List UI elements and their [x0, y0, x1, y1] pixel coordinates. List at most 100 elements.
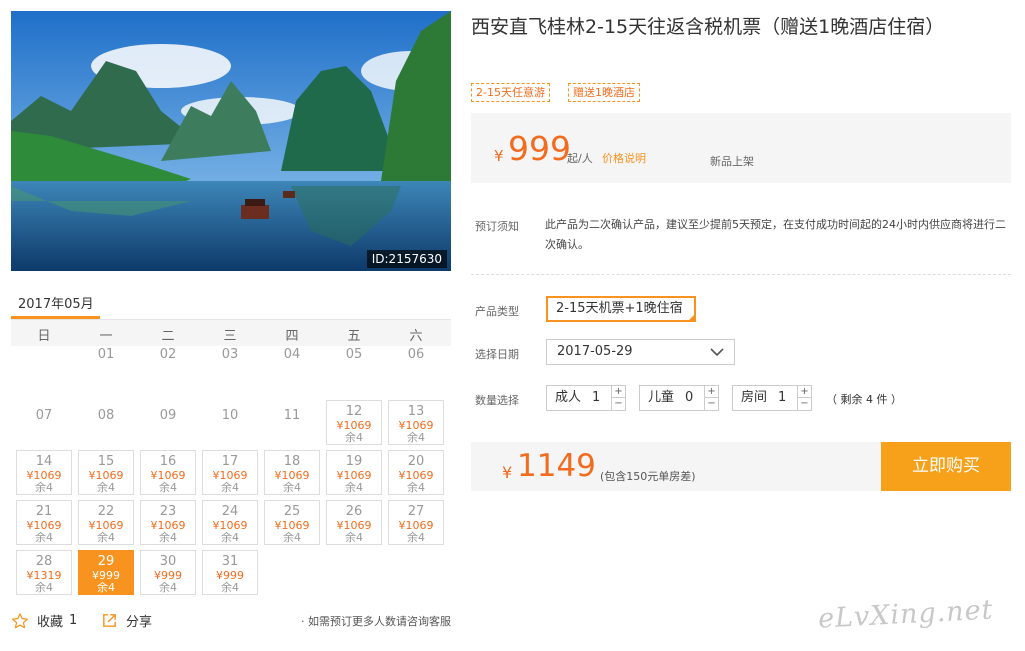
child-count[interactable]: 0: [685, 386, 693, 410]
product-type-label: 产品类型: [475, 305, 519, 318]
calendar-day-number: 10: [221, 408, 239, 423]
calendar-day: 03: [202, 339, 258, 384]
calendar-day[interactable]: 18 ¥1069 余4: [264, 450, 320, 495]
calendar-day-remaining: 余4: [35, 581, 53, 594]
calendar-day-number: 16: [159, 454, 177, 469]
calendar-day-remaining: 余4: [35, 481, 53, 494]
calendar-day-remaining: 余4: [159, 481, 177, 494]
child-decrement-button[interactable]: −: [705, 398, 718, 410]
share-button[interactable]: 分享: [101, 611, 152, 630]
calendar-day: 06: [388, 339, 444, 384]
calendar-day-remaining: 余4: [97, 581, 115, 594]
calendar-day-number: 14: [35, 454, 53, 469]
calendar-day[interactable]: 20 ¥1069 余4: [388, 450, 444, 495]
calendar-day: 08: [78, 400, 134, 445]
calendar-day[interactable]: 26 ¥1069 余4: [326, 500, 382, 545]
calendar-day-remaining: 余4: [221, 481, 239, 494]
calendar-day[interactable]: 19 ¥1069 余4: [326, 450, 382, 495]
room-count[interactable]: 1: [778, 386, 786, 410]
calendar-day[interactable]: 24 ¥1069 余4: [202, 500, 258, 545]
calendar-day[interactable]: 12 ¥1069 余4: [326, 400, 382, 445]
calendar-day: 10: [202, 400, 258, 445]
calendar-day-number: 04: [283, 347, 301, 362]
room-decrement-button[interactable]: −: [798, 398, 811, 410]
calendar-day-number: 01: [97, 347, 115, 362]
child-stepper-buttons: + −: [704, 386, 718, 410]
price-unit: 起/人: [567, 152, 593, 165]
calendar-day-remaining: 余4: [283, 531, 301, 544]
quantity-label: 数量选择: [475, 394, 519, 407]
section-divider: [471, 274, 1011, 275]
calendar-day-remaining: 余4: [407, 431, 425, 444]
calendar-day-number: 15: [97, 454, 115, 469]
calendar-day[interactable]: 27 ¥1069 余4: [388, 500, 444, 545]
calendar-day-number: 03: [221, 347, 239, 362]
calendar-day-number: 22: [97, 504, 115, 519]
total-currency: ¥: [502, 463, 513, 482]
calendar-day[interactable]: 15 ¥1069 余4: [78, 450, 134, 495]
adult-increment-button[interactable]: +: [612, 386, 625, 398]
buy-now-button[interactable]: 立即购买: [881, 442, 1011, 491]
calendar-day-remaining: 余4: [221, 581, 239, 594]
calendar-day-number: 18: [283, 454, 301, 469]
calendar-day-number: 13: [407, 404, 425, 419]
calendar-day[interactable]: 14 ¥1069 余4: [16, 450, 72, 495]
calendar-day-remaining: 余4: [345, 431, 363, 444]
selected-corner-icon: [688, 314, 695, 321]
child-label: 儿童: [648, 390, 675, 405]
calendar-day[interactable]: 30 ¥999 余4: [140, 550, 196, 595]
room-stepper[interactable]: 房间 1 + −: [732, 385, 812, 411]
room-stepper-buttons: + −: [797, 386, 811, 410]
calendar-day[interactable]: 31 ¥999 余4: [202, 550, 258, 595]
adult-decrement-button[interactable]: −: [612, 398, 625, 410]
product-title: 西安直飞桂林2-15天往返含税机票（赠送1晚酒店住宿）: [471, 16, 945, 38]
contact-note: · 如需预订更多人数请咨询客服: [301, 615, 451, 628]
calendar-day: 11: [264, 400, 320, 445]
calendar-day-number: 27: [407, 504, 425, 519]
calendar-day-remaining: 余4: [345, 531, 363, 544]
tag-trip-length: 2-15天任意游: [471, 83, 550, 102]
calendar-day-number: 25: [283, 504, 301, 519]
calendar-day[interactable]: 23 ¥1069 余4: [140, 500, 196, 545]
calendar-grid: 01 02 03 04 05 06 07 08 09 10 11 12 ¥1069 余4 13 ¥1069 余4…: [11, 0, 451, 651]
calendar-day[interactable]: 25 ¥1069 余4: [264, 500, 320, 545]
calendar-day-remaining: 余4: [97, 481, 115, 494]
calendar-day-number: 11: [283, 408, 301, 423]
product-type-value: 2-15天机票+1晚住宿: [556, 301, 683, 316]
room-increment-button[interactable]: +: [798, 386, 811, 398]
calendar-day-number: 24: [221, 504, 239, 519]
remaining-stock: （ 剩余 4 件 ）: [826, 393, 902, 406]
favorite-label: 收藏: [37, 615, 64, 630]
child-increment-button[interactable]: +: [705, 386, 718, 398]
product-type-option[interactable]: 2-15天机票+1晚住宿: [546, 296, 696, 322]
calendar-day[interactable]: 17 ¥1069 余4: [202, 450, 258, 495]
new-arrival-label: 新品上架: [710, 155, 754, 168]
date-select[interactable]: 2017-05-29: [546, 339, 735, 365]
calendar-day[interactable]: 28 ¥1319 余4: [16, 550, 72, 595]
calendar-day-remaining: 余4: [221, 531, 239, 544]
adult-count[interactable]: 1: [592, 386, 600, 410]
calendar-day-number: 05: [345, 347, 363, 362]
calendar-day[interactable]: 13 ¥1069 余4: [388, 400, 444, 445]
total-amount: 1149: [517, 448, 596, 484]
calendar-day[interactable]: 16 ¥1069 余4: [140, 450, 196, 495]
star-icon: [12, 612, 28, 628]
total-note: (包含150元单房差): [600, 470, 696, 483]
calendar-day-number: 07: [35, 408, 53, 423]
calendar-day[interactable]: 29 ¥999 余4: [78, 550, 134, 595]
calendar-day: 04: [264, 339, 320, 384]
price-info-link[interactable]: 价格说明: [602, 150, 646, 166]
calendar-day[interactable]: 22 ¥1069 余4: [78, 500, 134, 545]
calendar-day-remaining: 余4: [407, 531, 425, 544]
calendar-day: 01: [78, 339, 134, 384]
date-label: 选择日期: [475, 348, 519, 361]
favorite-button[interactable]: 收藏 1: [11, 611, 77, 630]
site-watermark: eLvXing.net: [817, 594, 995, 635]
calendar-day-number: 31: [221, 554, 239, 569]
child-stepper[interactable]: 儿童 0 + −: [639, 385, 719, 411]
calendar-day-remaining: 余4: [159, 531, 177, 544]
adult-stepper[interactable]: 成人 1 + −: [546, 385, 626, 411]
calendar-day[interactable]: 21 ¥1069 余4: [16, 500, 72, 545]
adult-stepper-buttons: + −: [611, 386, 625, 410]
calendar-day-number: 26: [345, 504, 363, 519]
